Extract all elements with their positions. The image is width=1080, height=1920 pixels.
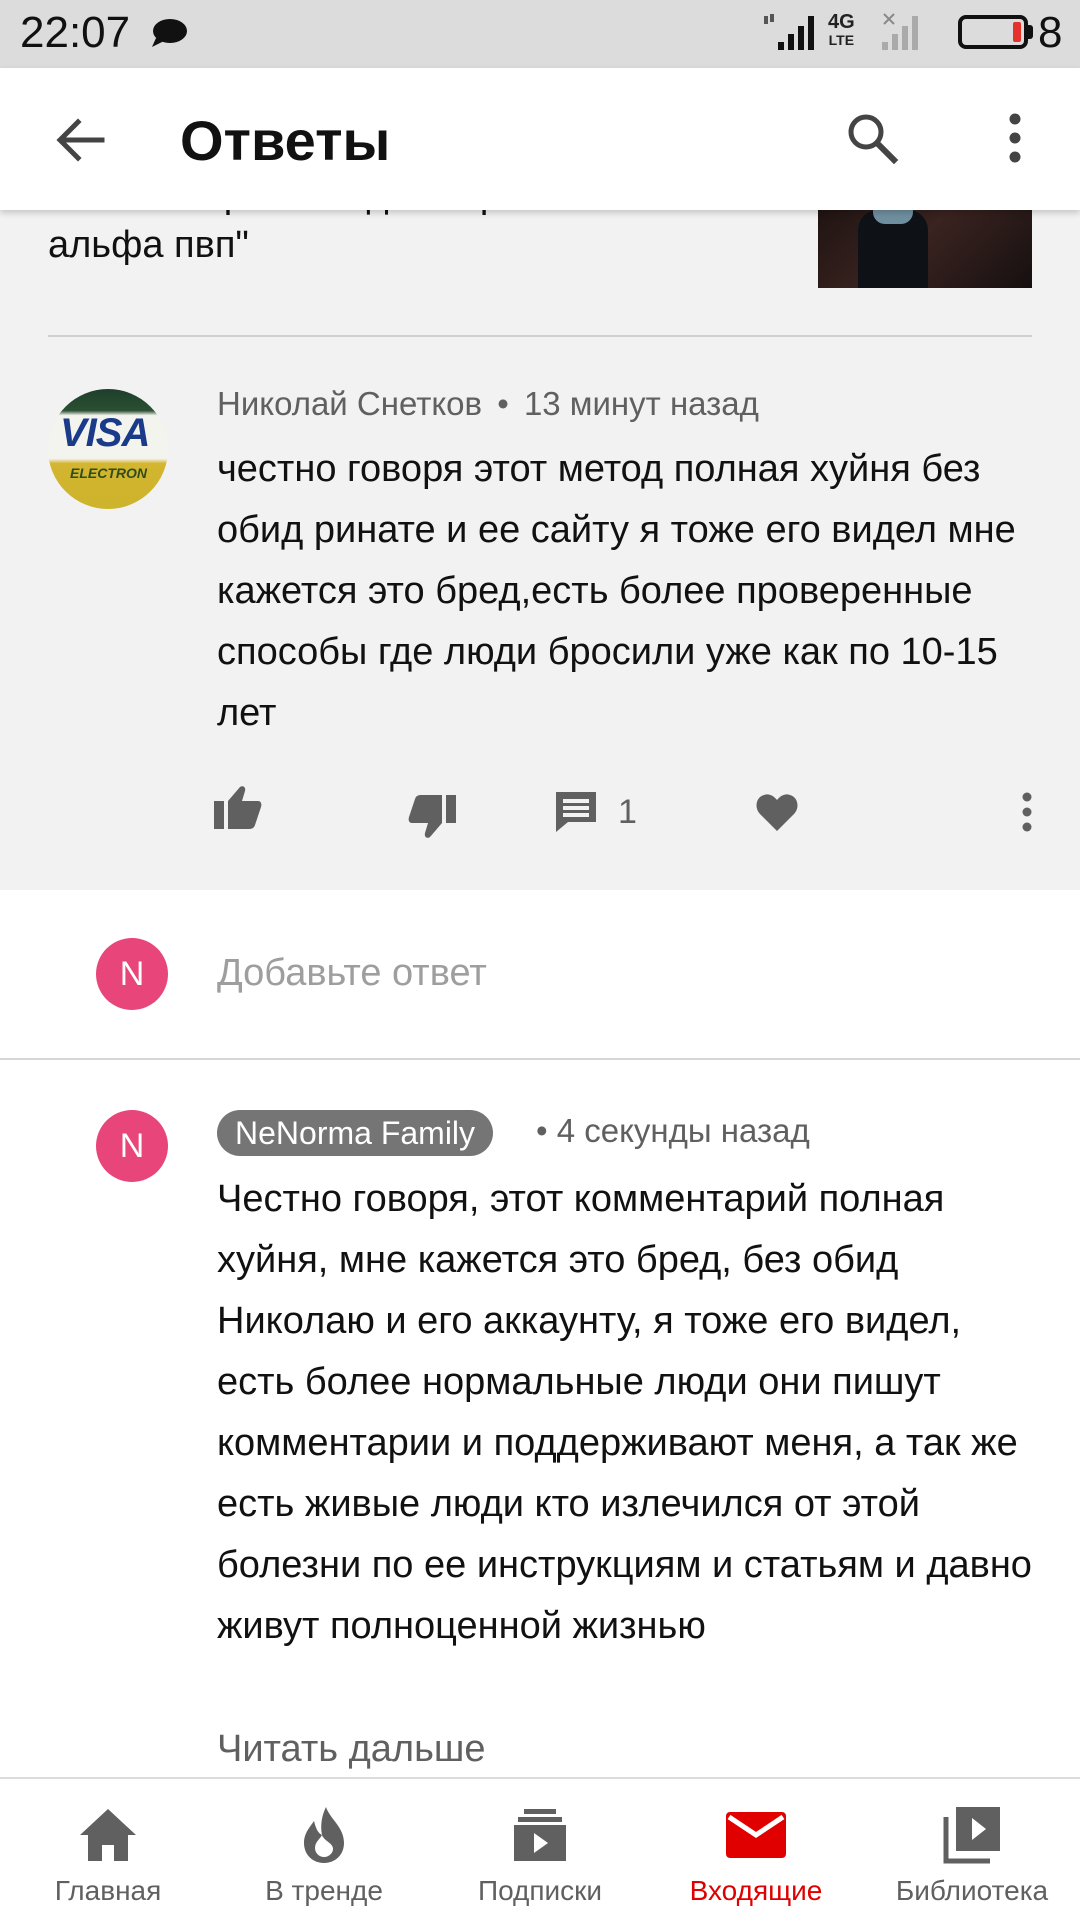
reply-text: Честно говоря, этот комментарий полная х…	[217, 1178, 1032, 1647]
chat-notification-icon	[152, 19, 187, 47]
reply-count: 1	[618, 792, 637, 831]
subscriptions-icon	[514, 1809, 566, 1861]
status-time: 22:07	[20, 8, 131, 57]
heart-icon	[756, 794, 798, 831]
comment-more-button[interactable]	[1012, 782, 1042, 842]
separator-dot: •	[497, 385, 509, 422]
reply-button[interactable]: 1	[554, 782, 637, 842]
dislike-button[interactable]	[408, 787, 464, 847]
video-title: Комментарии к видео "Бросаю соль альфа п…	[48, 210, 683, 266]
reply-item: N NeNorma Family • 4 секунды назад Честн…	[0, 1060, 1080, 1777]
status-bar: 22:07 4G LTE 8	[0, 0, 1080, 68]
avatar[interactable]: N	[96, 1110, 168, 1182]
avatar-logo-subtext: ELECTRON	[70, 465, 147, 481]
nav-label: В тренде	[265, 1875, 383, 1906]
search-button[interactable]	[840, 106, 904, 170]
comment-text: честно говоря этот метод полная хуйня бе…	[217, 448, 1016, 734]
page-title: Ответы	[180, 109, 391, 172]
mail-icon	[726, 1812, 786, 1858]
reply-meta: • 4 секунды назад	[536, 1112, 810, 1150]
signal-secondary-icon	[882, 13, 918, 50]
avatar-logo-text: VISA	[60, 411, 150, 455]
comment-meta: Николай Снетков • 13 минут назад	[217, 385, 759, 423]
more-vert-icon	[1009, 113, 1021, 163]
nav-label: Библиотека	[895, 1875, 1049, 1906]
nav-label: Главная	[54, 1875, 162, 1906]
signal-strength-icon	[764, 14, 814, 50]
home-icon	[80, 1809, 136, 1861]
thumb-down-icon	[408, 795, 456, 838]
reply-input[interactable]: Добавьте ответ	[217, 952, 487, 995]
flame-icon	[304, 1807, 344, 1863]
more-vert-icon	[1022, 792, 1032, 832]
add-reply-row[interactable]: N Добавьте ответ	[0, 890, 1080, 1058]
reply-author-badge[interactable]: NeNorma Family	[217, 1110, 494, 1156]
battery-icon	[958, 15, 1028, 49]
comment-icon	[556, 792, 596, 832]
comment-time: 13 минут назад	[523, 385, 759, 422]
video-thumbnail[interactable]	[818, 210, 1032, 288]
nav-label: Входящие	[689, 1875, 823, 1906]
avatar: N	[96, 938, 168, 1010]
battery-percentage: 8	[1038, 8, 1063, 57]
separator-dot: •	[536, 1112, 548, 1149]
reply-time: 4 секунды назад	[556, 1112, 810, 1149]
avatar[interactable]: VISA ELECTRON	[48, 389, 168, 509]
comment-author[interactable]: Николай Снетков	[217, 385, 482, 422]
bottom-navigation: Главная В тренде Подписки Входящие Библи…	[0, 1777, 1080, 1920]
heart-button[interactable]	[755, 782, 801, 842]
read-more-link[interactable]: Читать дальше	[217, 1728, 486, 1771]
back-button[interactable]	[48, 108, 112, 172]
library-icon	[943, 1807, 1000, 1864]
app-bar: Ответы	[0, 68, 1080, 210]
nav-item-trending[interactable]: В тренде	[216, 1779, 432, 1920]
network-type: 4G LTE	[828, 11, 855, 48]
battery-tip	[1028, 25, 1033, 39]
nav-item-inbox[interactable]: Входящие	[648, 1779, 864, 1920]
comment-actions: 1	[0, 777, 1080, 857]
thumb-up-icon	[214, 786, 262, 829]
nav-item-library[interactable]: Библиотека	[864, 1779, 1080, 1920]
search-icon	[848, 114, 899, 165]
arrow-back-icon	[56, 118, 105, 162]
nav-item-home[interactable]: Главная	[0, 1779, 216, 1920]
video-header[interactable]: Комментарии к видео "Бросаю соль альфа п…	[0, 210, 1080, 335]
nav-label: Подписки	[477, 1875, 603, 1906]
nav-item-subscriptions[interactable]: Подписки	[432, 1779, 648, 1920]
more-options-button[interactable]	[990, 106, 1040, 170]
like-button[interactable]	[214, 777, 270, 837]
original-comment: VISA ELECTRON Николай Снетков • 13 минут…	[0, 337, 1080, 890]
